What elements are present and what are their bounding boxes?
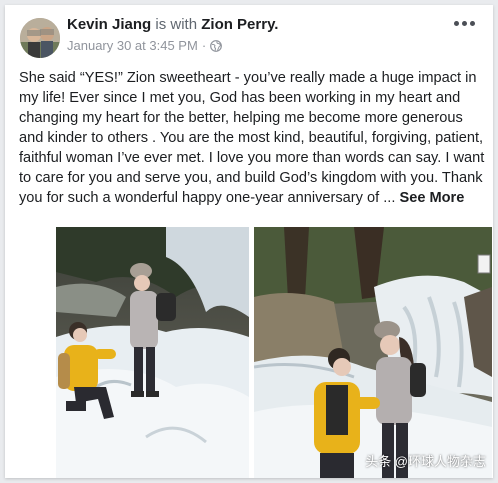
globe-icon[interactable]	[210, 39, 223, 52]
avatar-image	[20, 18, 60, 58]
photo-1-image	[56, 227, 249, 478]
photo-2-image	[254, 227, 492, 478]
more-options-icon[interactable]	[454, 21, 475, 26]
with-label: is with	[155, 16, 198, 33]
dot	[470, 21, 475, 26]
meta-separator: ·	[201, 38, 207, 53]
post-header-title: Kevin Jiang is with Zion Perry.	[67, 16, 278, 33]
post-body-text: She said “YES!” Zion sweetheart - you’ve…	[19, 70, 485, 206]
author-avatar[interactable]	[20, 18, 60, 58]
post-meta: January 30 at 3:45 PM ·	[67, 38, 223, 53]
see-more-link[interactable]: See More	[399, 190, 464, 206]
dot	[462, 21, 467, 26]
photo-watermark: 头条 @环球人物杂志	[365, 454, 486, 469]
post-timestamp[interactable]: January 30 at 3:45 PM	[67, 38, 198, 53]
proposal-photo-1[interactable]	[56, 227, 249, 478]
post-body: She said “YES!” Zion sweetheart - you’ve…	[19, 68, 489, 208]
tagged-person[interactable]: Zion Perry.	[201, 16, 278, 33]
post-card: Kevin Jiang is with Zion Perry. January …	[5, 5, 493, 478]
proposal-photo-2[interactable]: 头条 @环球人物杂志	[254, 227, 492, 478]
author-name[interactable]: Kevin Jiang	[67, 16, 151, 33]
dot	[454, 21, 459, 26]
